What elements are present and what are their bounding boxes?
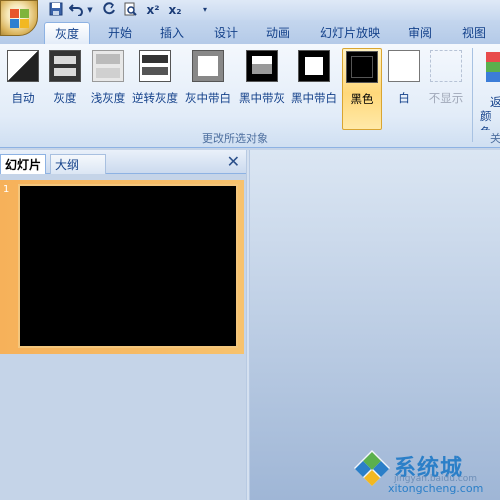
white-button[interactable]: 白 (384, 50, 424, 130)
gray-with-white-button[interactable]: 灰中带白 (182, 50, 234, 130)
quick-access-toolbar: ▼ x² x₂ ▾ (0, 0, 500, 36)
auto-label: 自动 (11, 91, 35, 105)
black-with-gray-label: 黑中带灰 (239, 91, 285, 105)
black-with-white-label: 黑中带白 (291, 91, 337, 105)
color-label: 颜色 (480, 109, 492, 130)
slide-thumbnail[interactable] (18, 184, 238, 348)
redo-icon[interactable] (100, 2, 116, 18)
subscript-icon[interactable]: x₂ (166, 2, 184, 18)
customize-dropdown-icon[interactable]: ▾ (200, 2, 210, 18)
light-grayscale-button[interactable]: 浅灰度 (86, 50, 130, 130)
auto-button[interactable]: 自动 (2, 50, 44, 130)
light-grayscale-icon (92, 50, 124, 82)
print-preview-icon[interactable] (122, 2, 138, 18)
white-icon (388, 50, 420, 82)
office-logo-icon (10, 9, 30, 29)
color-swatch-icon (486, 52, 500, 82)
black-with-gray-button[interactable]: 黑中带灰 (236, 50, 288, 130)
black-with-white-button[interactable]: 黑中带白 (288, 50, 340, 130)
tab-view[interactable]: 视图 (452, 22, 496, 44)
slides-pane: 幻灯片 大纲 ✕ 1 (0, 150, 248, 500)
tab-grayscale[interactable]: 灰度 (44, 22, 90, 44)
inverse-grayscale-label: 逆转灰度 (132, 91, 178, 105)
close-icon[interactable]: ✕ (227, 154, 240, 170)
black-with-gray-icon (246, 50, 278, 82)
gray-with-white-icon (192, 50, 224, 82)
undo-icon[interactable] (68, 2, 84, 18)
return-color-button[interactable]: 返 颜色 (478, 50, 500, 130)
black-with-white-icon (298, 50, 330, 82)
hidden-icon (430, 50, 462, 82)
group-label-change-selected: 更改所选对象 (202, 132, 268, 145)
tab-insert[interactable]: 插入 (150, 22, 194, 44)
black-icon (346, 51, 378, 83)
auto-color-icon (7, 50, 39, 82)
tab-slides[interactable]: 幻灯片 (0, 154, 47, 174)
tab-animation[interactable]: 动画 (256, 22, 300, 44)
pane-tabs: 幻灯片 大纲 ✕ (0, 150, 248, 174)
grayscale-button[interactable]: 灰度 (44, 50, 86, 130)
black-button[interactable]: 黑色 (342, 48, 382, 130)
slide-number: 1 (3, 184, 10, 195)
watermark-logo-icon (354, 450, 390, 486)
tab-review[interactable]: 审阅 (398, 22, 442, 44)
tab-design[interactable]: 设计 (204, 22, 248, 44)
tab-outline[interactable]: 大纲 (50, 154, 106, 174)
gray-with-white-label: 灰中带白 (185, 91, 231, 105)
superscript-icon[interactable]: x² (144, 2, 162, 18)
hidden-label: 不显示 (428, 91, 464, 105)
ribbon-tabs: 灰度 开始 插入 设计 动画 幻灯片放映 审阅 视图 (0, 20, 500, 44)
white-label: 白 (398, 91, 410, 105)
grayscale-icon (49, 50, 81, 82)
watermark: 系统城 jingyan.baidu.com xitongcheng.com (350, 448, 500, 500)
inverse-grayscale-button[interactable]: 逆转灰度 (132, 50, 178, 130)
inverse-grayscale-icon (139, 50, 171, 82)
watermark-english-text: xitongcheng.com (388, 482, 484, 495)
tab-slideshow[interactable]: 幻灯片放映 (312, 22, 388, 44)
group-separator (472, 48, 473, 142)
slide-thumbnail-row[interactable]: 1 (0, 180, 244, 354)
save-icon[interactable] (48, 2, 64, 18)
black-label: 黑色 (350, 92, 374, 106)
light-grayscale-label: 浅灰度 (90, 91, 126, 105)
ribbon-panel: 自动 灰度 浅灰度 逆转灰度 灰中带白 黑中带灰 黑中带白 黑色 白 不显示 更… (0, 44, 500, 148)
grayscale-label: 灰度 (53, 91, 77, 105)
tab-home[interactable]: 开始 (98, 22, 142, 44)
close-group-label: 关 (490, 132, 500, 145)
hidden-button[interactable]: 不显示 (424, 50, 468, 130)
undo-dropdown-icon[interactable]: ▼ (86, 2, 94, 18)
